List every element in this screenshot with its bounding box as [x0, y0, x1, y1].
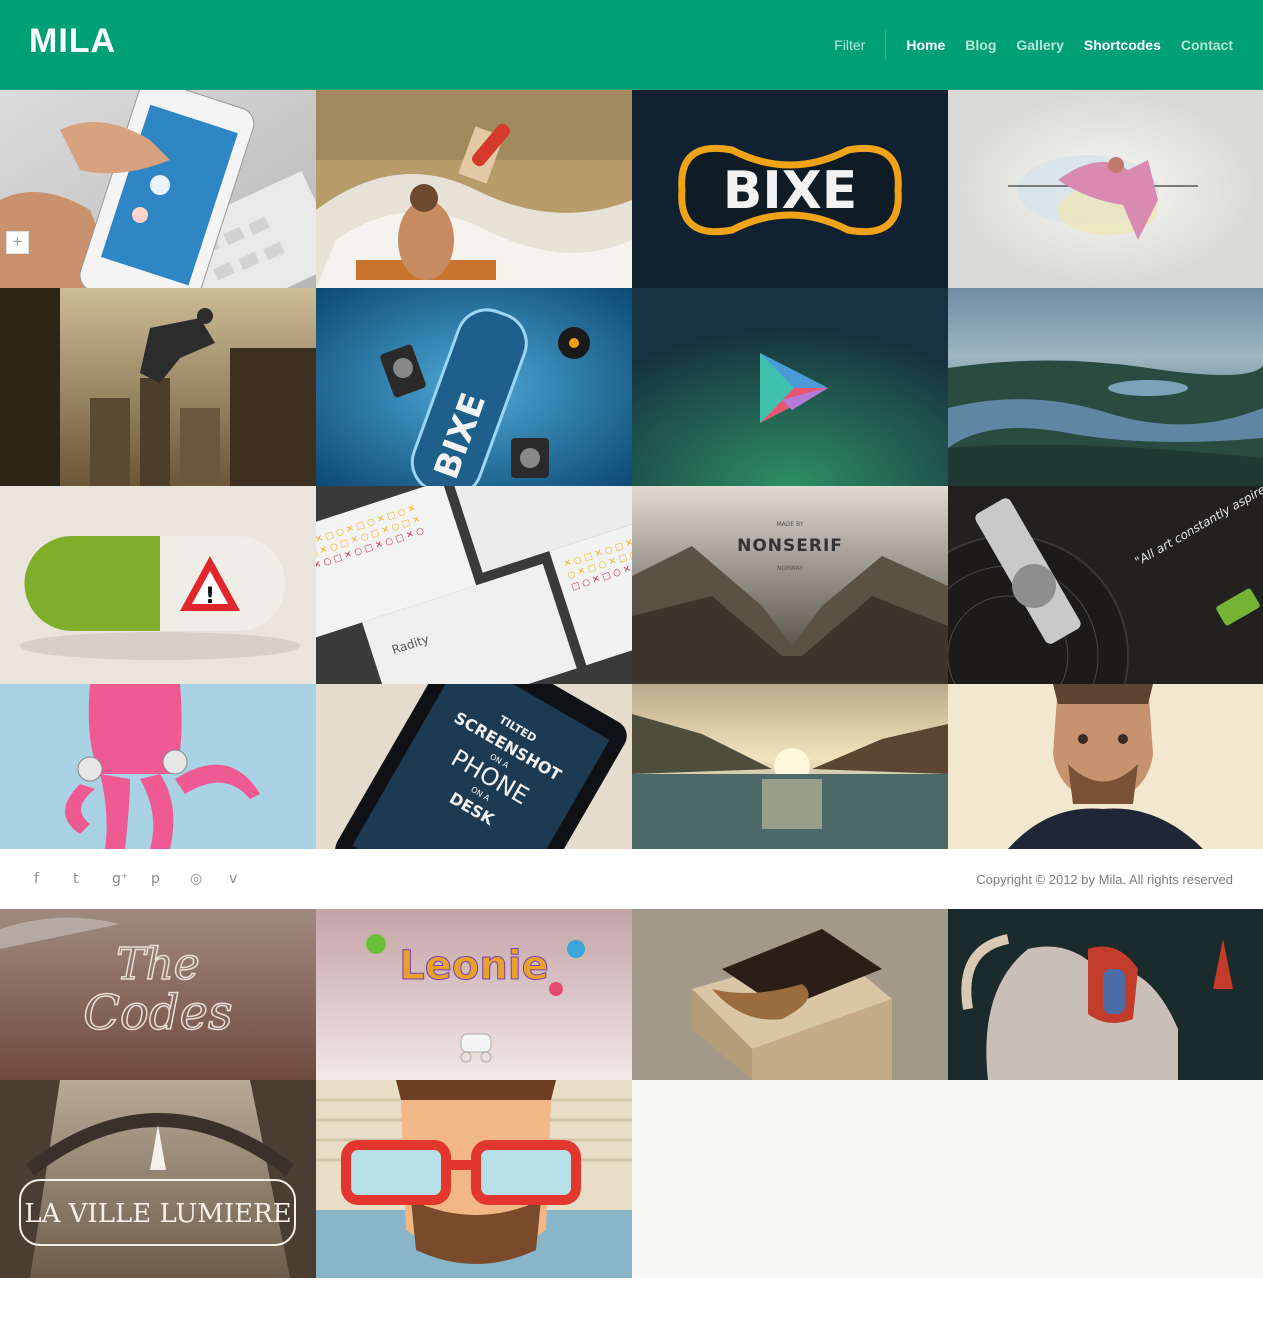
portrait-image	[948, 684, 1263, 849]
portfolio-tile-sunset-fjord[interactable]	[632, 684, 948, 849]
google-plus-icon[interactable]: g⁺	[112, 871, 151, 887]
portfolio-tile-pill[interactable]: !	[0, 486, 316, 684]
pill-image: !	[0, 486, 316, 684]
site-header: MILA Filter Home Blog Gallery Shortcodes…	[0, 0, 1263, 90]
portfolio-tile-octopus[interactable]	[0, 684, 316, 849]
portfolio-tile-surf[interactable]	[316, 90, 632, 288]
octopus-image	[0, 684, 316, 849]
portfolio-tile-bixe-bottle[interactable]: BIXE	[316, 288, 632, 486]
nav-contact[interactable]: Contact	[1181, 30, 1233, 60]
radity-cards-image: ✕ ○ ✕ □ ○ ✕ □ ○ ✕ □ ○ ✕○ □ ✕ ○ □ ✕ ○ □ ✕…	[316, 486, 632, 684]
leonie-image: Leonie	[316, 909, 632, 1080]
forest-lake-image	[948, 288, 1263, 486]
codes-line1: The	[116, 939, 200, 990]
site-logo[interactable]: MILA	[29, 22, 116, 61]
nav-home[interactable]: Home	[906, 30, 945, 60]
portfolio-tile-forest-lake[interactable]	[948, 288, 1263, 486]
dancer-image	[948, 90, 1263, 288]
nav-gallery[interactable]: Gallery	[1016, 30, 1063, 60]
expand-plus-icon[interactable]: +	[6, 231, 29, 254]
portfolio-tile-baboon[interactable]	[948, 909, 1263, 1080]
portfolio-tile-play-icon[interactable]	[632, 288, 948, 486]
portfolio-tile-city-jump[interactable]	[0, 288, 316, 486]
portfolio-tile-turntable[interactable]: "All art constantly aspires towards the …	[948, 486, 1263, 684]
portfolio-tile-phone-app[interactable]: +	[0, 90, 316, 288]
portfolio-tile-radity-cards[interactable]: ✕ ○ ✕ □ ○ ✕ □ ○ ✕ □ ○ ✕○ □ ✕ ○ □ ✕ ○ □ ✕…	[316, 486, 632, 684]
portfolio-tile-wood-cards[interactable]	[632, 909, 948, 1080]
lumiere-text: LA VILLE LUMIERE	[24, 1199, 291, 1229]
tilted-phone-image: TILTED SCREENSHOT ON A PHONE ON A DESK	[316, 684, 632, 849]
portfolio-tile-the-codes[interactable]: The Codes	[0, 909, 316, 1080]
pinterest-icon[interactable]: p	[151, 871, 190, 887]
city-jump-image	[0, 288, 316, 486]
copyright-text: Copyright © 2012 by Mila. All rights res…	[976, 872, 1233, 887]
main-nav: Filter Home Blog Gallery Shortcodes Cont…	[834, 30, 1233, 60]
dribbble-icon[interactable]: ◎	[190, 871, 229, 887]
portfolio-tile-dancer[interactable]	[948, 90, 1263, 288]
svg-text:!: !	[205, 584, 215, 609]
social-links: f t g⁺ p ◎ v	[34, 849, 268, 909]
portfolio-tile-hipster-avatar[interactable]	[316, 1080, 632, 1278]
nonserif-country: NORWAY	[777, 565, 803, 572]
baboon-image	[948, 909, 1263, 1080]
vimeo-icon[interactable]: v	[229, 871, 268, 887]
nonserif-made-by: MADE BY	[776, 521, 803, 528]
nonserif-image: MADE BY NONSERIF NORWAY	[632, 486, 948, 684]
portfolio-tile-leonie[interactable]: Leonie	[316, 909, 632, 1080]
portfolio-tile-la-ville-lumiere[interactable]: LA VILLE LUMIERE	[0, 1080, 316, 1278]
nav-shortcodes[interactable]: Shortcodes	[1084, 30, 1161, 60]
footer-bar: f t g⁺ p ◎ v Copyright © 2012 by Mila. A…	[0, 849, 1263, 909]
leonie-text: Leonie	[399, 943, 548, 989]
bixe-bottle-image: BIXE	[316, 288, 632, 486]
grid-empty-space	[632, 1080, 1263, 1278]
turntable-image: "All art constantly aspires towards the …	[948, 486, 1263, 684]
filter-toggle[interactable]: Filter	[834, 30, 887, 60]
play-logo-image	[632, 288, 948, 486]
portfolio-tile-nonserif[interactable]: MADE BY NONSERIF NORWAY	[632, 486, 948, 684]
nav-blog[interactable]: Blog	[965, 30, 996, 60]
wood-cards-image	[632, 909, 948, 1080]
portfolio-tile-tilted-phone[interactable]: TILTED SCREENSHOT ON A PHONE ON A DESK	[316, 684, 632, 849]
portfolio-tile-portrait[interactable]	[948, 684, 1263, 849]
sunset-fjord-image	[632, 684, 948, 849]
twitter-icon[interactable]: t	[73, 871, 112, 887]
portfolio-tile-bixe-logo[interactable]: BIXE	[632, 90, 948, 288]
codes-line2: Codes	[83, 985, 232, 1041]
bixe-logo-image: BIXE	[632, 90, 948, 288]
surf-image	[316, 90, 632, 288]
phone-app-image	[0, 90, 316, 288]
bixe-logo-text: BIXE	[723, 161, 858, 221]
nonserif-title: NONSERIF	[737, 536, 843, 556]
facebook-icon[interactable]: f	[34, 871, 73, 887]
the-codes-image: The Codes	[0, 909, 316, 1080]
hipster-avatar-image	[316, 1080, 632, 1278]
la-ville-lumiere-image: LA VILLE LUMIERE	[0, 1080, 316, 1278]
